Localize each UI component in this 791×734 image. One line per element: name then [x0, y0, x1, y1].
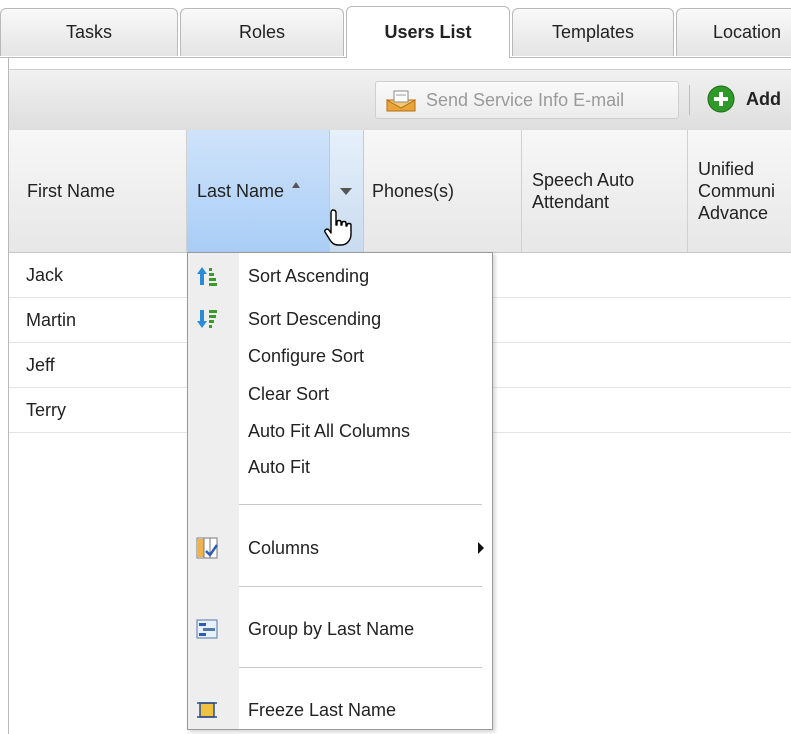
email-send-icon [386, 90, 416, 112]
first-name-cell: Jack [26, 264, 64, 285]
column-header-unified-communications[interactable]: Unified Communi Advance [688, 130, 791, 252]
column-header-last-name[interactable]: Last Name [187, 130, 329, 252]
menu-item-freeze-last-name[interactable]: Freeze Last Name [188, 693, 492, 727]
menu-item-sort-descending[interactable]: Sort Descending [188, 302, 492, 336]
sort-ascending-indicator-icon [292, 182, 301, 188]
hand-cursor-icon [324, 209, 352, 246]
menu-separator [239, 504, 482, 505]
menu-item-sort-ascending[interactable]: Sort Ascending [188, 259, 492, 293]
column-header-first-name[interactable]: First Name [9, 130, 187, 252]
sort-ascending-icon [197, 267, 217, 286]
send-service-info-email-button[interactable]: Send Service Info E-mail [375, 81, 679, 119]
menu-item-clear-sort[interactable]: Clear Sort [188, 377, 492, 411]
add-button[interactable]: Add [706, 84, 781, 114]
menu-item-group-by-last-name[interactable]: Group by Last Name [188, 612, 492, 646]
menu-separator [239, 586, 482, 587]
tab-bar: Tasks Roles Users List Templates Locatio… [0, 0, 791, 58]
tab-location[interactable]: Location [676, 8, 791, 56]
group-by-icon [196, 619, 218, 639]
grid-header: First Name Last Name Phones(s) Speech Au… [9, 130, 791, 253]
tab-roles[interactable]: Roles [180, 8, 344, 56]
first-name-cell: Martin [26, 309, 77, 330]
menu-item-auto-fit-all-columns[interactable]: Auto Fit All Columns [188, 414, 492, 448]
tab-tasks[interactable]: Tasks [0, 8, 178, 56]
column-context-menu: Sort Ascending Sort Descending Configure… [187, 252, 493, 730]
submenu-arrow-icon [478, 542, 484, 554]
menu-item-columns[interactable]: Columns [188, 531, 492, 565]
tab-users-list[interactable]: Users List [346, 6, 510, 58]
column-header-phones[interactable]: Phones(s) [362, 130, 522, 252]
menu-item-auto-fit[interactable]: Auto Fit [188, 450, 492, 484]
sort-descending-icon [197, 310, 217, 328]
chevron-down-icon [340, 188, 352, 195]
freeze-icon [197, 702, 217, 718]
toolbar-separator [689, 85, 690, 115]
menu-item-configure-sort[interactable]: Configure Sort [188, 339, 492, 373]
columns-icon [196, 537, 218, 559]
add-icon [707, 85, 735, 113]
column-header-speech-auto-attendant[interactable]: Speech Auto Attendant [522, 130, 688, 252]
menu-separator [239, 667, 482, 668]
tab-templates[interactable]: Templates [512, 8, 674, 56]
grid-toolbar: Send Service Info E-mail Add [9, 69, 791, 131]
first-name-cell: Jeff [26, 354, 55, 375]
send-button-label: Send Service Info E-mail [426, 89, 625, 110]
first-name-cell: Terry [26, 399, 66, 420]
add-button-label: Add [746, 88, 781, 109]
